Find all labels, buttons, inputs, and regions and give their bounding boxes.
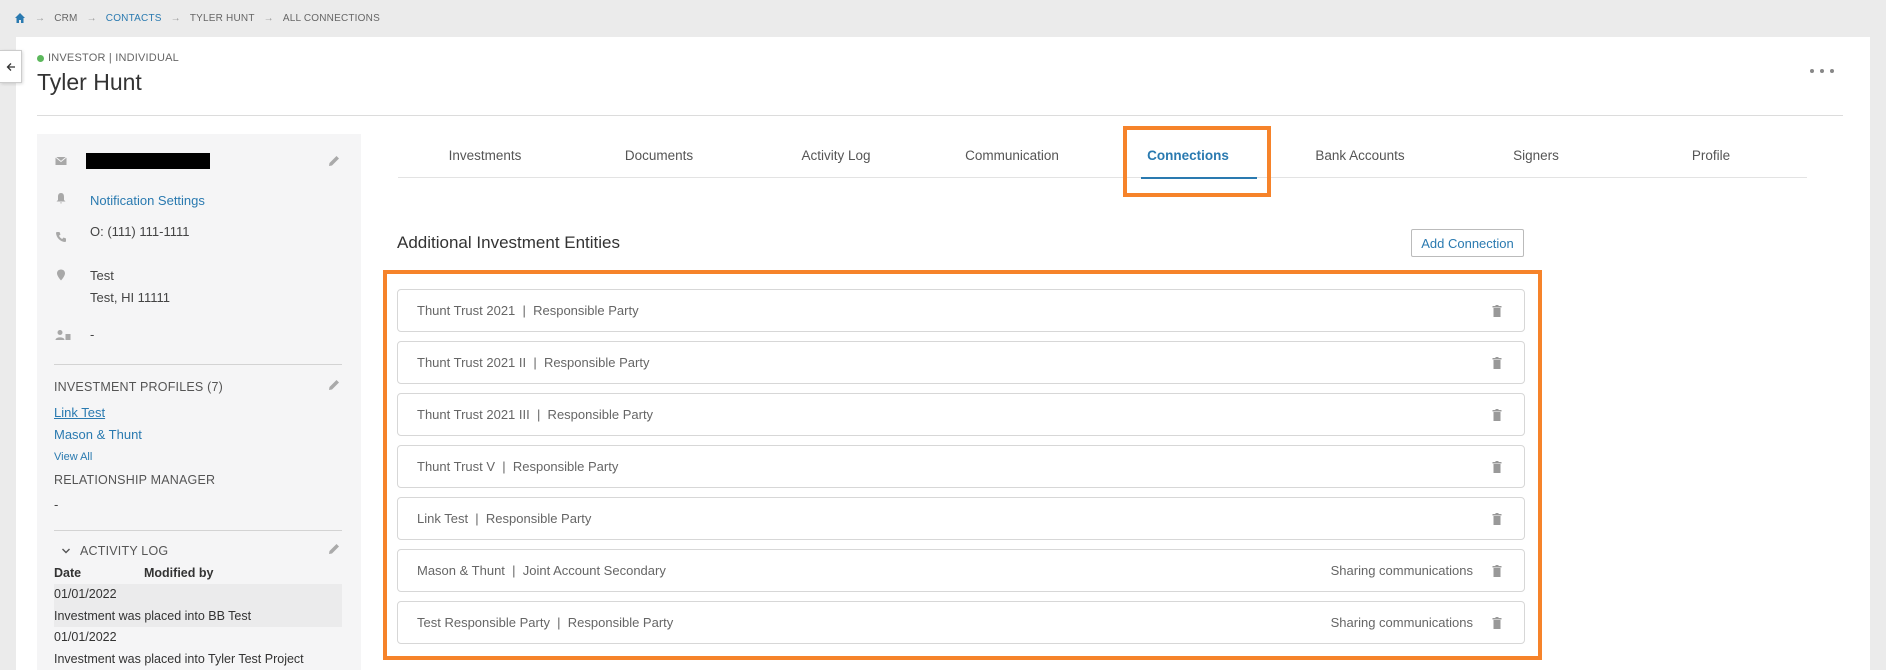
edit-pencil-icon[interactable]	[327, 378, 341, 392]
email-icon	[55, 156, 67, 165]
connection-label: Thunt Trust 2021 III | Responsible Party	[417, 407, 654, 422]
breadcrumb-separator-icon: →	[35, 12, 46, 24]
view-all-link[interactable]: View All	[54, 451, 92, 463]
phone-number: O: (111) 111-1111	[90, 224, 190, 239]
connection-label: Test Responsible Party | Responsible Par…	[417, 615, 674, 630]
entry-text: Investment was placed into Tyler Test Pr…	[54, 652, 304, 666]
connection-label: Thunt Trust 2021 II | Responsible Party	[417, 355, 650, 370]
activity-log-heading[interactable]: ACTIVITY LOG	[80, 544, 168, 558]
trash-icon[interactable]	[1492, 409, 1502, 421]
connection-item[interactable]: Link Test | Responsible Party	[397, 497, 1525, 540]
connection-item[interactable]: Mason & Thunt | Joint Account Secondary …	[397, 549, 1525, 592]
breadcrumb-separator-icon: →	[170, 12, 181, 24]
contact-sidebar: Notification Settings O: (111) 111-1111 …	[37, 134, 361, 670]
contact-type-label: INVESTOR | INDIVIDUAL	[48, 52, 179, 64]
entry-date: 01/01/2022	[54, 587, 117, 601]
sidebar-divider	[54, 364, 342, 365]
trash-icon[interactable]	[1492, 565, 1502, 577]
breadcrumb-current: ALL CONNECTIONS	[282, 12, 380, 24]
tab-communication[interactable]: Communication	[925, 140, 1099, 178]
connection-label: Thunt Trust 2021 | Responsible Party	[417, 303, 639, 318]
activity-log-table: Date Modified by 01/01/2022 Investment w…	[54, 562, 342, 670]
add-connection-button[interactable]: Add Connection	[1411, 229, 1524, 257]
column-date: Date	[54, 566, 82, 580]
more-options-icon[interactable]	[1810, 64, 1834, 78]
entry-text: Investment was placed into BB Test	[54, 609, 252, 623]
profile-link-mason-thunt[interactable]: Mason & Thunt	[54, 427, 142, 442]
breadcrumb-crm[interactable]: CRM	[54, 13, 77, 24]
connection-sharing: Sharing communications	[1330, 615, 1473, 630]
connection-item[interactable]: Thunt Trust 2021 | Responsible Party	[397, 289, 1525, 332]
tab-bar: Investments Documents Activity Log Commu…	[398, 140, 1807, 178]
activity-log-entry: 01/01/2022 Investment was placed into BB…	[54, 584, 342, 627]
sidebar-divider	[54, 530, 342, 531]
activity-log-entry: 01/01/2022 Investment was placed into Ty…	[54, 627, 342, 670]
trash-icon[interactable]	[1492, 513, 1502, 525]
edit-pencil-icon[interactable]	[327, 154, 341, 168]
contact-header: INVESTOR | INDIVIDUAL Tyler Hunt	[37, 52, 179, 96]
activity-log-header: Date Modified by	[54, 562, 342, 584]
connection-item[interactable]: Thunt Trust V | Responsible Party	[397, 445, 1525, 488]
connection-sharing: Sharing communications	[1330, 563, 1473, 578]
relationship-manager-value: -	[54, 497, 59, 512]
contact-type: INVESTOR | INDIVIDUAL	[37, 52, 179, 64]
highlight-box-connections-tab	[1123, 126, 1271, 197]
breadcrumb-contacts[interactable]: CONTACTS	[106, 13, 162, 24]
tab-profile[interactable]: Profile	[1624, 140, 1798, 178]
breadcrumb: → CRM → CONTACTS → TYLER HUNT → ALL CONN…	[14, 10, 380, 26]
connection-item[interactable]: Test Responsible Party | Responsible Par…	[397, 601, 1525, 644]
trash-icon[interactable]	[1492, 461, 1502, 473]
tab-signers[interactable]: Signers	[1449, 140, 1623, 178]
phone-icon	[56, 232, 66, 242]
profile-link-link-test[interactable]: Link Test	[54, 405, 105, 420]
address-line2: Test, HI 11111	[90, 290, 170, 305]
edit-pencil-icon[interactable]	[327, 542, 341, 556]
breadcrumb-contact[interactable]: TYLER HUNT	[190, 13, 255, 24]
relationship-manager-heading: RELATIONSHIP MANAGER	[54, 473, 216, 487]
trash-icon[interactable]	[1492, 357, 1502, 369]
back-button[interactable]	[0, 50, 22, 83]
breadcrumb-separator-icon: →	[86, 12, 97, 24]
connection-item[interactable]: Thunt Trust 2021 II | Responsible Party	[397, 341, 1525, 384]
contact-owner-value: -	[90, 327, 95, 342]
connection-item[interactable]: Thunt Trust 2021 III | Responsible Party	[397, 393, 1525, 436]
email-redacted	[86, 153, 210, 169]
trash-icon[interactable]	[1492, 617, 1502, 629]
connection-label: Mason & Thunt | Joint Account Secondary	[417, 563, 666, 578]
status-dot-icon	[37, 54, 44, 62]
page-title: Tyler Hunt	[37, 69, 142, 95]
column-modified-by: Modified by	[144, 566, 214, 580]
contact-owner-icon	[55, 330, 71, 340]
home-icon[interactable]	[14, 12, 26, 24]
breadcrumb-separator-icon: →	[263, 12, 274, 24]
section-title: Additional Investment Entities	[397, 233, 621, 252]
location-pin-icon	[57, 269, 65, 281]
tab-activity-log[interactable]: Activity Log	[749, 140, 923, 178]
notification-settings-link[interactable]: Notification Settings	[90, 193, 205, 208]
connection-label: Link Test | Responsible Party	[417, 511, 592, 526]
connection-label: Thunt Trust V | Responsible Party	[417, 459, 619, 474]
address-line1: Test	[90, 268, 114, 283]
entry-date: 01/01/2022	[54, 630, 117, 644]
bell-icon	[56, 193, 66, 204]
arrow-left-icon	[6, 62, 15, 71]
tab-investments[interactable]: Investments	[398, 140, 572, 178]
tab-documents[interactable]: Documents	[572, 140, 746, 178]
header-divider	[37, 115, 1843, 116]
chevron-down-icon[interactable]	[61, 546, 71, 556]
investment-profiles-heading: INVESTMENT PROFILES (7)	[54, 380, 223, 394]
tab-bank-accounts[interactable]: Bank Accounts	[1273, 140, 1447, 178]
trash-icon[interactable]	[1492, 305, 1502, 317]
